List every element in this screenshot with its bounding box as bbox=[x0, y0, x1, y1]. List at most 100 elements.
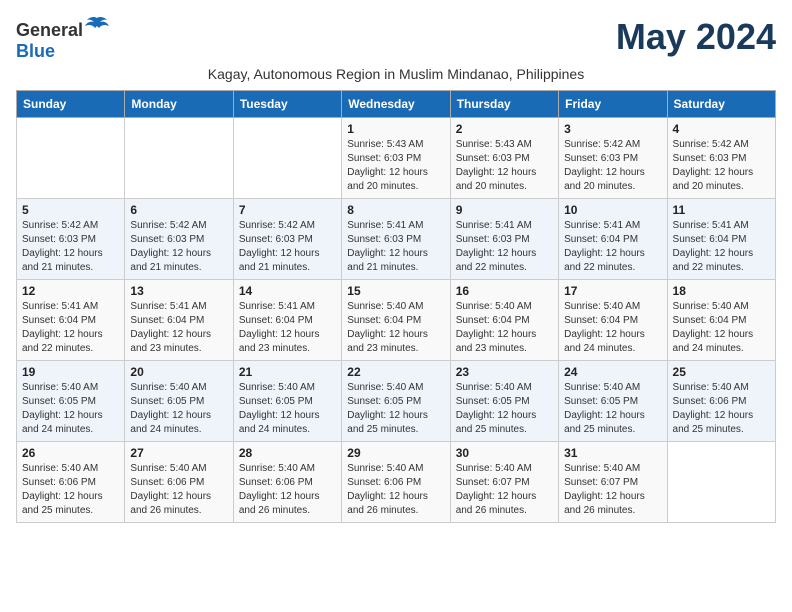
header: General Blue May 2024 bbox=[16, 16, 776, 62]
month-title: May 2024 bbox=[616, 16, 776, 58]
calendar-cell: 13 Sunrise: 5:41 AM Sunset: 6:04 PM Dayli… bbox=[125, 280, 233, 361]
logo-bird-icon bbox=[85, 16, 109, 36]
calendar-cell: 26 Sunrise: 5:40 AM Sunset: 6:06 PM Dayli… bbox=[17, 442, 125, 523]
day-number: 3 bbox=[564, 122, 661, 136]
day-info: Sunrise: 5:41 AM Sunset: 6:04 PM Dayligh… bbox=[239, 300, 336, 356]
day-number: 1 bbox=[347, 122, 444, 136]
logo-blue: Blue bbox=[16, 41, 55, 61]
calendar-cell: 5 Sunrise: 5:42 AM Sunset: 6:03 PM Daylig… bbox=[17, 199, 125, 280]
day-number: 13 bbox=[130, 284, 227, 298]
day-info: Sunrise: 5:41 AM Sunset: 6:03 PM Dayligh… bbox=[347, 219, 444, 275]
calendar-cell: 6 Sunrise: 5:42 AM Sunset: 6:03 PM Daylig… bbox=[125, 199, 233, 280]
day-number: 24 bbox=[564, 365, 661, 379]
day-number: 19 bbox=[22, 365, 119, 379]
day-number: 17 bbox=[564, 284, 661, 298]
calendar-cell bbox=[233, 118, 341, 199]
day-number: 4 bbox=[673, 122, 770, 136]
calendar-cell: 11Sunrise: 5:41 AM Sunset: 6:04 PM Dayli… bbox=[667, 199, 775, 280]
day-of-week-header: Tuesday bbox=[233, 91, 341, 118]
day-number: 9 bbox=[456, 203, 553, 217]
day-number: 5 bbox=[22, 203, 119, 217]
calendar-cell: 9 Sunrise: 5:41 AM Sunset: 6:03 PM Daylig… bbox=[450, 199, 558, 280]
calendar-cell bbox=[17, 118, 125, 199]
day-number: 14 bbox=[239, 284, 336, 298]
calendar-cell: 1 Sunrise: 5:43 AM Sunset: 6:03 PM Daylig… bbox=[342, 118, 450, 199]
day-info: Sunrise: 5:40 AM Sunset: 6:07 PM Dayligh… bbox=[564, 462, 661, 518]
day-info: Sunrise: 5:40 AM Sunset: 6:06 PM Dayligh… bbox=[673, 381, 770, 437]
day-info: Sunrise: 5:42 AM Sunset: 6:03 PM Dayligh… bbox=[564, 138, 661, 194]
day-info: Sunrise: 5:40 AM Sunset: 6:06 PM Dayligh… bbox=[130, 462, 227, 518]
calendar-week-row: 1 Sunrise: 5:43 AM Sunset: 6:03 PM Daylig… bbox=[17, 118, 776, 199]
day-info: Sunrise: 5:40 AM Sunset: 6:04 PM Dayligh… bbox=[673, 300, 770, 356]
day-number: 7 bbox=[239, 203, 336, 217]
calendar-cell: 7 Sunrise: 5:42 AM Sunset: 6:03 PM Daylig… bbox=[233, 199, 341, 280]
day-number: 8 bbox=[347, 203, 444, 217]
day-info: Sunrise: 5:40 AM Sunset: 6:05 PM Dayligh… bbox=[347, 381, 444, 437]
day-number: 28 bbox=[239, 446, 336, 460]
day-number: 26 bbox=[22, 446, 119, 460]
day-of-week-header: Saturday bbox=[667, 91, 775, 118]
day-number: 30 bbox=[456, 446, 553, 460]
day-info: Sunrise: 5:41 AM Sunset: 6:04 PM Dayligh… bbox=[130, 300, 227, 356]
calendar-cell: 12Sunrise: 5:41 AM Sunset: 6:04 PM Dayli… bbox=[17, 280, 125, 361]
day-info: Sunrise: 5:43 AM Sunset: 6:03 PM Dayligh… bbox=[347, 138, 444, 194]
day-info: Sunrise: 5:42 AM Sunset: 6:03 PM Dayligh… bbox=[130, 219, 227, 275]
calendar-cell: 4 Sunrise: 5:42 AM Sunset: 6:03 PM Daylig… bbox=[667, 118, 775, 199]
calendar-cell: 18 Sunrise: 5:40 AM Sunset: 6:04 PM Dayli… bbox=[667, 280, 775, 361]
day-info: Sunrise: 5:41 AM Sunset: 6:04 PM Dayligh… bbox=[564, 219, 661, 275]
day-number: 29 bbox=[347, 446, 444, 460]
day-number: 20 bbox=[130, 365, 227, 379]
calendar-table: SundayMondayTuesdayWednesdayThursdayFrid… bbox=[16, 90, 776, 523]
calendar-cell: 24 Sunrise: 5:40 AM Sunset: 6:05 PM Dayli… bbox=[559, 361, 667, 442]
calendar-header-row: SundayMondayTuesdayWednesdayThursdayFrid… bbox=[17, 91, 776, 118]
day-info: Sunrise: 5:42 AM Sunset: 6:03 PM Dayligh… bbox=[673, 138, 770, 194]
day-info: Sunrise: 5:40 AM Sunset: 6:04 PM Dayligh… bbox=[456, 300, 553, 356]
day-number: 25 bbox=[673, 365, 770, 379]
day-info: Sunrise: 5:40 AM Sunset: 6:06 PM Dayligh… bbox=[347, 462, 444, 518]
day-of-week-header: Monday bbox=[125, 91, 233, 118]
day-number: 27 bbox=[130, 446, 227, 460]
day-info: Sunrise: 5:40 AM Sunset: 6:05 PM Dayligh… bbox=[564, 381, 661, 437]
day-of-week-header: Friday bbox=[559, 91, 667, 118]
day-info: Sunrise: 5:41 AM Sunset: 6:04 PM Dayligh… bbox=[673, 219, 770, 275]
calendar-cell: 19 Sunrise: 5:40 AM Sunset: 6:05 PM Dayli… bbox=[17, 361, 125, 442]
calendar-week-row: 26 Sunrise: 5:40 AM Sunset: 6:06 PM Dayli… bbox=[17, 442, 776, 523]
calendar-cell: 27 Sunrise: 5:40 AM Sunset: 6:06 PM Dayli… bbox=[125, 442, 233, 523]
calendar-cell bbox=[125, 118, 233, 199]
calendar-cell: 30 Sunrise: 5:40 AM Sunset: 6:07 PM Dayli… bbox=[450, 442, 558, 523]
calendar-cell: 16Sunrise: 5:40 AM Sunset: 6:04 PM Dayli… bbox=[450, 280, 558, 361]
calendar-cell: 17 Sunrise: 5:40 AM Sunset: 6:04 PM Dayli… bbox=[559, 280, 667, 361]
day-info: Sunrise: 5:40 AM Sunset: 6:05 PM Dayligh… bbox=[456, 381, 553, 437]
calendar-cell: 14 Sunrise: 5:41 AM Sunset: 6:04 PM Dayli… bbox=[233, 280, 341, 361]
calendar-cell: 8 Sunrise: 5:41 AM Sunset: 6:03 PM Daylig… bbox=[342, 199, 450, 280]
day-number: 6 bbox=[130, 203, 227, 217]
calendar-subtitle: Kagay, Autonomous Region in Muslim Minda… bbox=[16, 66, 776, 82]
calendar-cell: 25 Sunrise: 5:40 AM Sunset: 6:06 PM Dayli… bbox=[667, 361, 775, 442]
day-number: 31 bbox=[564, 446, 661, 460]
day-info: Sunrise: 5:40 AM Sunset: 6:05 PM Dayligh… bbox=[22, 381, 119, 437]
calendar-cell: 22Sunrise: 5:40 AM Sunset: 6:05 PM Dayli… bbox=[342, 361, 450, 442]
day-info: Sunrise: 5:40 AM Sunset: 6:05 PM Dayligh… bbox=[130, 381, 227, 437]
day-info: Sunrise: 5:41 AM Sunset: 6:04 PM Dayligh… bbox=[22, 300, 119, 356]
day-info: Sunrise: 5:42 AM Sunset: 6:03 PM Dayligh… bbox=[22, 219, 119, 275]
calendar-cell: 29 Sunrise: 5:40 AM Sunset: 6:06 PM Dayli… bbox=[342, 442, 450, 523]
day-number: 21 bbox=[239, 365, 336, 379]
day-info: Sunrise: 5:40 AM Sunset: 6:06 PM Dayligh… bbox=[22, 462, 119, 518]
day-info: Sunrise: 5:40 AM Sunset: 6:07 PM Dayligh… bbox=[456, 462, 553, 518]
calendar-cell: 20 Sunrise: 5:40 AM Sunset: 6:05 PM Dayli… bbox=[125, 361, 233, 442]
day-info: Sunrise: 5:42 AM Sunset: 6:03 PM Dayligh… bbox=[239, 219, 336, 275]
day-number: 10 bbox=[564, 203, 661, 217]
calendar-cell: 31 Sunrise: 5:40 AM Sunset: 6:07 PM Dayli… bbox=[559, 442, 667, 523]
calendar-week-row: 12Sunrise: 5:41 AM Sunset: 6:04 PM Dayli… bbox=[17, 280, 776, 361]
day-info: Sunrise: 5:43 AM Sunset: 6:03 PM Dayligh… bbox=[456, 138, 553, 194]
day-info: Sunrise: 5:41 AM Sunset: 6:03 PM Dayligh… bbox=[456, 219, 553, 275]
day-info: Sunrise: 5:40 AM Sunset: 6:06 PM Dayligh… bbox=[239, 462, 336, 518]
day-info: Sunrise: 5:40 AM Sunset: 6:05 PM Dayligh… bbox=[239, 381, 336, 437]
day-info: Sunrise: 5:40 AM Sunset: 6:04 PM Dayligh… bbox=[564, 300, 661, 356]
day-of-week-header: Wednesday bbox=[342, 91, 450, 118]
calendar-cell: 28 Sunrise: 5:40 AM Sunset: 6:06 PM Dayli… bbox=[233, 442, 341, 523]
calendar-cell: 15Sunrise: 5:40 AM Sunset: 6:04 PM Dayli… bbox=[342, 280, 450, 361]
calendar-cell: 2Sunrise: 5:43 AM Sunset: 6:03 PM Daylig… bbox=[450, 118, 558, 199]
calendar-week-row: 19 Sunrise: 5:40 AM Sunset: 6:05 PM Dayli… bbox=[17, 361, 776, 442]
day-number: 18 bbox=[673, 284, 770, 298]
